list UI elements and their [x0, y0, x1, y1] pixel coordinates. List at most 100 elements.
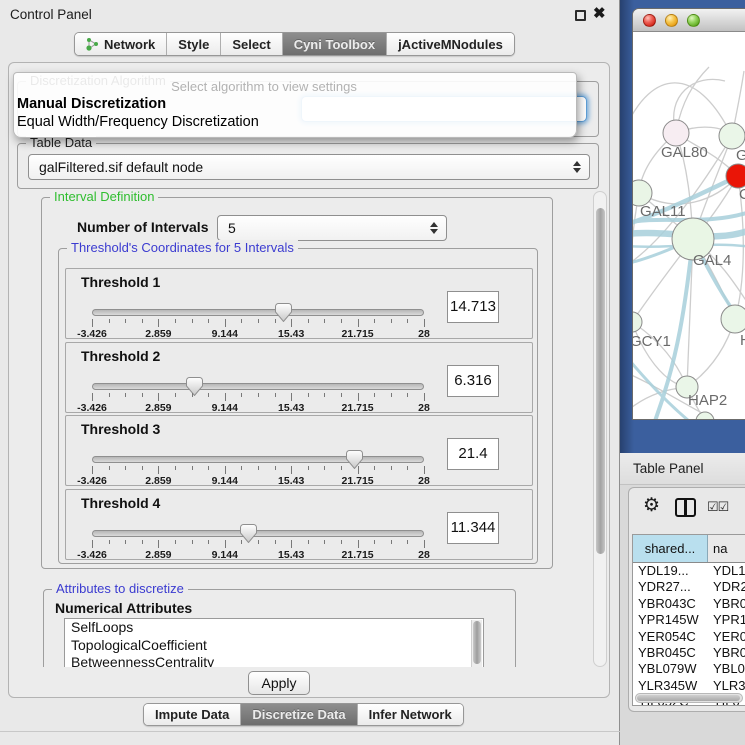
table-row[interactable]: YBR045CYBR0 — [633, 645, 745, 661]
close-traffic-light-icon[interactable] — [643, 14, 656, 27]
tick-mark — [225, 319, 226, 327]
tab-select[interactable]: Select — [221, 33, 282, 55]
stepper-icon[interactable] — [430, 221, 439, 235]
tab-label: Discretize Data — [252, 707, 345, 722]
attribute-item[interactable]: TopologicalCoefficient — [65, 637, 483, 655]
network-node[interactable] — [719, 123, 745, 149]
network-canvas[interactable]: GAL80GACGAL11GAL4GCY1HHAP2 — [633, 33, 745, 420]
tick-label: 2.859 — [145, 328, 171, 340]
scrollbar-thumb[interactable] — [637, 695, 740, 701]
slider-track[interactable] — [92, 383, 424, 390]
threshold-value-field[interactable]: 11.344 — [447, 512, 499, 544]
network-node[interactable] — [721, 305, 745, 333]
tick-label: 21.715 — [342, 402, 374, 414]
float-window-icon[interactable] — [575, 10, 586, 21]
gear-icon[interactable]: ⚙ — [643, 496, 660, 515]
table-data-combo-value: galFiltered.sif default node — [39, 159, 203, 175]
split-columns-icon[interactable] — [675, 498, 696, 517]
bottom-tab-infer-network[interactable]: Infer Network — [358, 704, 463, 725]
tick-mark — [424, 393, 425, 401]
threshold-block: Threshold 1-3.4262.8599.14415.4321.71528… — [65, 268, 533, 339]
table-row[interactable]: YBR043CYBR0 — [633, 596, 745, 612]
network-node[interactable] — [726, 164, 745, 188]
table-row[interactable]: YER054CYER0 — [633, 629, 745, 645]
tick-mark — [158, 466, 159, 474]
tick-mark — [225, 393, 226, 401]
table-panel-toolbar: ⚙ ☑☑ — [629, 488, 745, 534]
slider-track[interactable] — [92, 309, 424, 316]
slider-tick-labels: -3.4262.8599.14415.4321.71528 — [92, 475, 424, 487]
network-window-titlebar[interactable] — [633, 9, 745, 32]
node-table: shared...na YDL19...YDL1YDR27...YDR2YBR0… — [632, 534, 745, 706]
table-cell: YBR045C — [633, 645, 708, 661]
attribute-item[interactable]: SelfLoops — [65, 619, 483, 637]
minimize-traffic-light-icon[interactable] — [665, 14, 678, 27]
tick-mark — [92, 540, 93, 548]
top-tab-bar: NetworkStyleSelectCyni ToolboxjActiveMNo… — [74, 32, 515, 56]
network-node[interactable] — [633, 312, 642, 332]
slider-tick-labels: -3.4262.8599.14415.4321.71528 — [92, 328, 424, 340]
slider-ticks — [92, 466, 424, 475]
tick-label: 28 — [418, 402, 430, 414]
network-node[interactable] — [663, 120, 689, 146]
tick-mark — [109, 540, 110, 544]
tick-mark — [175, 466, 176, 470]
threshold-value-field[interactable]: 14.713 — [447, 291, 499, 323]
column-header-shared-[interactable]: shared... — [633, 535, 708, 562]
table-row[interactable]: YBL079WYBL0 — [633, 661, 745, 677]
table-horizontal-scrollbar[interactable] — [635, 693, 743, 703]
tick-mark — [92, 319, 93, 327]
tab-network[interactable]: Network — [75, 33, 167, 55]
tick-mark — [308, 540, 309, 544]
network-node[interactable] — [696, 412, 714, 420]
settings-scrollbar[interactable] — [593, 191, 607, 667]
popup-item-manual-discretization[interactable]: Manual Discretization — [17, 96, 166, 112]
tick-mark — [424, 466, 425, 474]
tick-mark — [308, 466, 309, 470]
tick-mark — [391, 466, 392, 470]
tick-mark — [291, 319, 292, 327]
threshold-slider[interactable]: -3.4262.8599.14415.4321.71528 — [92, 305, 424, 339]
bottom-tab-impute-data[interactable]: Impute Data — [144, 704, 241, 725]
tick-mark — [341, 393, 342, 397]
table-row[interactable]: YLR345WYLR3 — [633, 678, 745, 694]
thresholds-container: Threshold 1-3.4262.8599.14415.4321.71528… — [65, 268, 533, 562]
tick-label: 28 — [418, 549, 430, 561]
slider-track[interactable] — [92, 456, 424, 463]
zoom-traffic-light-icon[interactable] — [687, 14, 700, 27]
table-row[interactable]: YPR145WYPR1 — [633, 612, 745, 628]
table-cell: YDR27... — [633, 579, 708, 595]
threshold-slider[interactable]: -3.4262.8599.14415.4321.71528 — [92, 379, 424, 413]
table-cell: YER054C — [633, 629, 708, 645]
tick-mark — [358, 540, 359, 548]
tick-mark — [391, 540, 392, 544]
close-icon[interactable]: ✖ — [593, 4, 606, 22]
tab-style[interactable]: Style — [167, 33, 221, 55]
slider-tick-labels: -3.4262.8599.14415.4321.71528 — [92, 549, 424, 561]
threshold-value-field[interactable]: 21.4 — [447, 438, 499, 470]
apply-button[interactable]: Apply — [248, 671, 310, 695]
tick-mark — [241, 393, 242, 397]
table-row[interactable]: YDR27...YDR2 — [633, 579, 745, 595]
stepper-icon[interactable] — [573, 160, 582, 174]
scrollbar-thumb[interactable] — [596, 208, 605, 554]
popup-item-equal-width-frequency[interactable]: Equal Width/Frequency Discretization — [17, 114, 259, 130]
tick-label: 15.43 — [278, 402, 304, 414]
network-graph: GAL80GACGAL11GAL4GCY1HHAP2 — [633, 33, 745, 420]
attributes-list-scrollbar[interactable] — [471, 620, 482, 667]
threshold-slider[interactable]: -3.4262.8599.14415.4321.71528 — [92, 526, 424, 560]
bottom-tab-discretize-data[interactable]: Discretize Data — [241, 704, 357, 725]
select-checkboxes-icon[interactable]: ☑☑ — [707, 499, 728, 515]
number-of-intervals-combo[interactable]: 5 — [217, 215, 447, 241]
column-header-na[interactable]: na — [708, 535, 745, 562]
tab-cyni-toolbox[interactable]: Cyni Toolbox — [283, 33, 387, 55]
attribute-item[interactable]: BetweennessCentrality — [65, 654, 483, 667]
table-row[interactable]: YDL19...YDL1 — [633, 563, 745, 579]
threshold-value-field[interactable]: 6.316 — [447, 365, 499, 397]
tab-jactivemnodules[interactable]: jActiveMNodules — [387, 33, 514, 55]
slider-track[interactable] — [92, 530, 424, 537]
scrollbar-thumb[interactable] — [473, 621, 481, 664]
threshold-slider[interactable]: -3.4262.8599.14415.4321.71528 — [92, 452, 424, 486]
tick-mark — [158, 319, 159, 327]
table-data-combo[interactable]: galFiltered.sif default node — [28, 154, 590, 180]
